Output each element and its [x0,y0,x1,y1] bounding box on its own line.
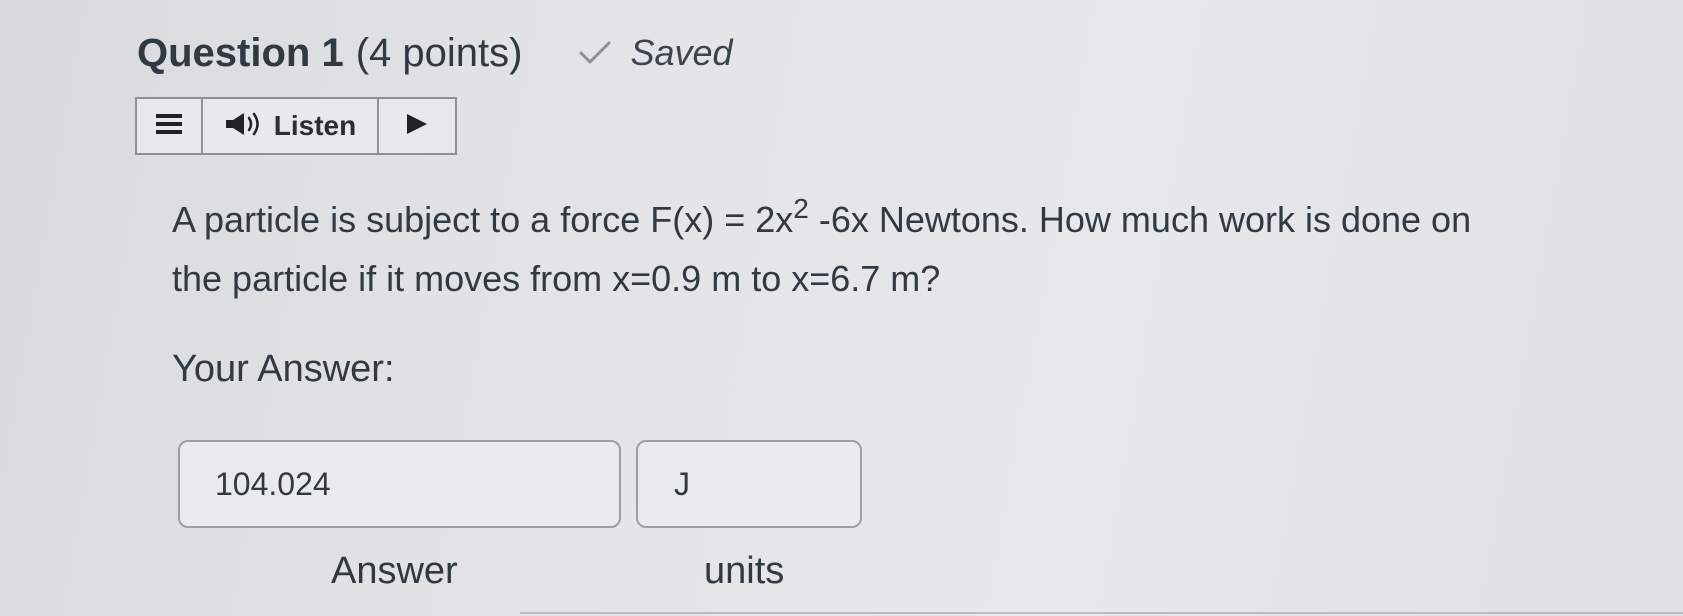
question-line-2: the particle if it moves from x=0.9 m to… [172,258,941,299]
answer-caption: Answer [331,550,458,592]
question-text: A particle is subject to a force F(x) = … [172,190,1672,308]
question-points: (4 points) [355,30,523,75]
question-line-1-end: -6x Newtons. How much work is done on [808,199,1472,240]
play-icon [405,112,429,141]
checkmark-icon [578,40,612,66]
units-input[interactable]: J [636,440,862,528]
answer-input-value: 104.024 [215,465,331,502]
listen-button[interactable]: Listen [203,99,379,153]
question-header: Question 1 (4 points) Saved [137,28,733,78]
hamburger-menu-icon [156,113,182,140]
answer-input[interactable]: 104.024 [178,440,621,528]
question-line-1-start: A particle is subject to a force F(x) = … [172,199,794,240]
play-button[interactable] [379,99,455,153]
units-caption: units [704,550,785,592]
question-title: Question 1 [137,30,344,75]
exponent: 2 [793,193,809,224]
listen-label: Listen [273,110,357,141]
saved-status: Saved [630,32,733,73]
question-line-1: A particle is subject to a force F(x) = … [172,190,1672,249]
listen-menu-button[interactable] [137,99,203,153]
answer-prompt: Your Answer: [172,348,395,390]
divider [520,612,1683,614]
speaker-icon [224,110,264,143]
listen-toolbar: Listen [135,97,457,155]
units-input-value: J [674,465,690,502]
